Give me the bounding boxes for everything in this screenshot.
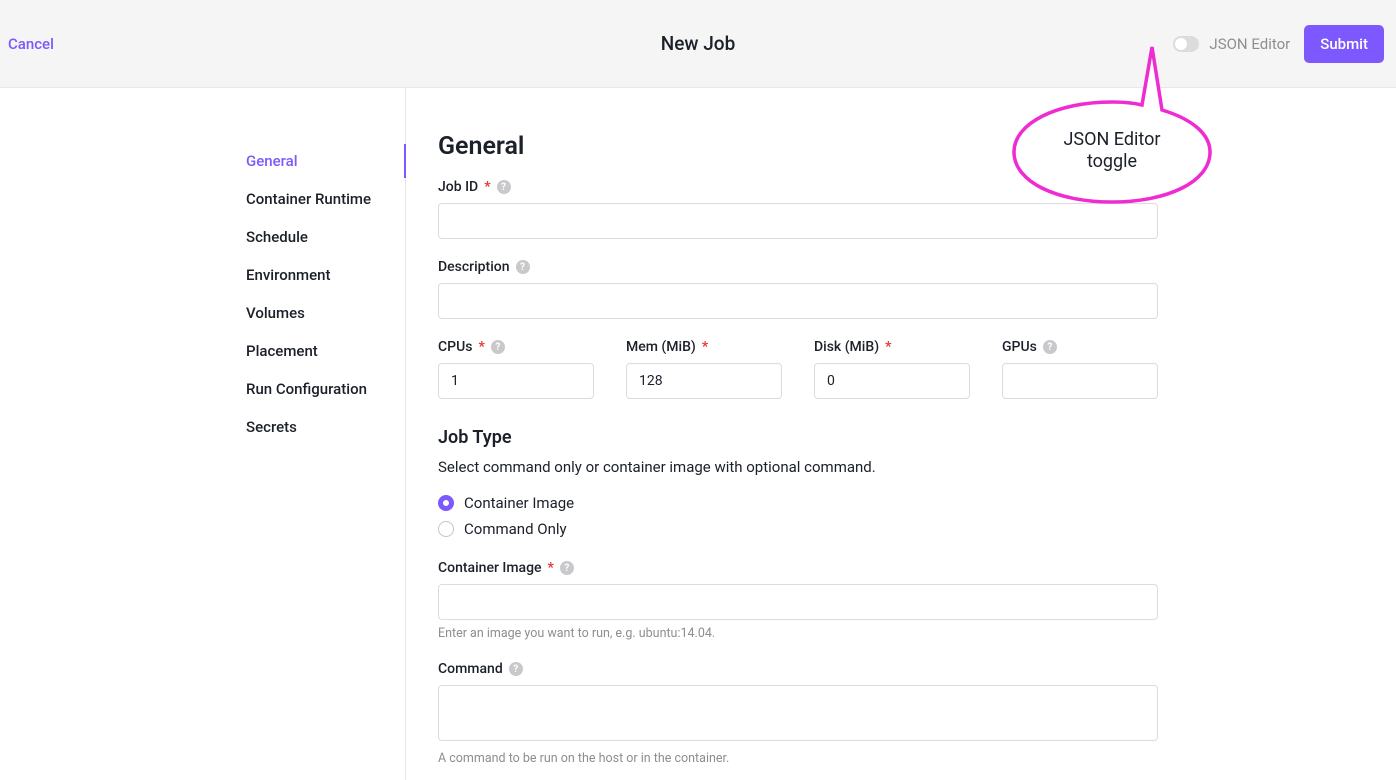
container-image-input[interactable] <box>438 584 1158 620</box>
radio-label-container-image: Container Image <box>464 494 574 512</box>
field-cpus: CPUs * ? <box>438 339 594 399</box>
label-disk: Disk (MiB) <box>814 339 879 355</box>
field-command: Command ? A command to be run on the hos… <box>438 661 1158 766</box>
radio-row-container-image[interactable]: Container Image <box>438 494 1158 512</box>
json-editor-toggle[interactable] <box>1173 36 1199 52</box>
required-mark: * <box>702 339 708 355</box>
label-job-id: Job ID <box>438 179 478 195</box>
sidebar-item-secrets[interactable]: Secrets <box>246 410 405 444</box>
sidebar-item-environment[interactable]: Environment <box>246 258 405 292</box>
section-title-general: General <box>438 132 1158 161</box>
sidebar: General Container Runtime Schedule Envir… <box>0 88 406 780</box>
help-icon[interactable]: ? <box>560 561 574 575</box>
header-bar: Cancel New Job JSON Editor Submit <box>0 0 1396 88</box>
field-mem: Mem (MiB) * <box>626 339 782 399</box>
command-input[interactable] <box>438 685 1158 741</box>
sidebar-item-volumes[interactable]: Volumes <box>246 296 405 330</box>
field-disk: Disk (MiB) * <box>814 339 970 399</box>
toggle-knob <box>1175 38 1187 50</box>
disk-input[interactable] <box>814 363 970 399</box>
sidebar-item-run-configuration[interactable]: Run Configuration <box>246 372 405 406</box>
field-container-image: Container Image * ? Enter an image you w… <box>438 560 1158 641</box>
page-title: New Job <box>661 32 736 55</box>
mem-input[interactable] <box>626 363 782 399</box>
required-mark: * <box>484 179 490 195</box>
description-input[interactable] <box>438 283 1158 319</box>
field-description: Description ? <box>438 259 1158 319</box>
sidebar-item-schedule[interactable]: Schedule <box>246 220 405 254</box>
job-id-input[interactable] <box>438 203 1158 239</box>
help-icon[interactable]: ? <box>509 662 523 676</box>
hint-container-image: Enter an image you want to run, e.g. ubu… <box>438 626 1158 641</box>
hint-command: A command to be run on the host or in th… <box>438 751 1158 766</box>
submit-button[interactable]: Submit <box>1304 25 1384 63</box>
help-icon[interactable]: ? <box>491 340 505 354</box>
label-description: Description <box>438 259 510 275</box>
required-mark: * <box>885 339 891 355</box>
sidebar-item-placement[interactable]: Placement <box>246 334 405 368</box>
gpus-input[interactable] <box>1002 363 1158 399</box>
field-gpus: GPUs ? <box>1002 339 1158 399</box>
main-panel: General Job ID * ? Description ? <box>406 88 1396 780</box>
radio-container-image[interactable] <box>438 495 454 511</box>
help-icon[interactable]: ? <box>1043 340 1057 354</box>
subsection-job-type: Job Type <box>438 427 1158 448</box>
required-mark: * <box>548 560 554 576</box>
help-icon[interactable]: ? <box>497 180 511 194</box>
sidebar-item-container-runtime[interactable]: Container Runtime <box>246 182 405 216</box>
json-editor-toggle-wrap: JSON Editor <box>1173 35 1290 53</box>
content: General Container Runtime Schedule Envir… <box>0 88 1396 780</box>
label-gpus: GPUs <box>1002 339 1037 355</box>
label-container-image: Container Image <box>438 560 542 576</box>
sidebar-item-general[interactable]: General <box>246 144 405 178</box>
cpus-input[interactable] <box>438 363 594 399</box>
label-cpus: CPUs <box>438 339 472 355</box>
field-job-id: Job ID * ? <box>438 179 1158 239</box>
job-type-description: Select command only or container image w… <box>438 458 1158 476</box>
label-command: Command <box>438 661 503 677</box>
cancel-button[interactable]: Cancel <box>8 35 54 53</box>
radio-command-only[interactable] <box>438 521 454 537</box>
label-mem: Mem (MiB) <box>626 339 696 355</box>
required-mark: * <box>478 339 484 355</box>
radio-row-command-only[interactable]: Command Only <box>438 520 1158 538</box>
help-icon[interactable]: ? <box>516 260 530 274</box>
resource-row: CPUs * ? Mem (MiB) * Disk (MiB) <box>438 339 1158 399</box>
json-editor-toggle-label: JSON Editor <box>1209 35 1290 53</box>
header-right: JSON Editor Submit <box>1173 25 1384 63</box>
radio-label-command-only: Command Only <box>464 520 567 538</box>
